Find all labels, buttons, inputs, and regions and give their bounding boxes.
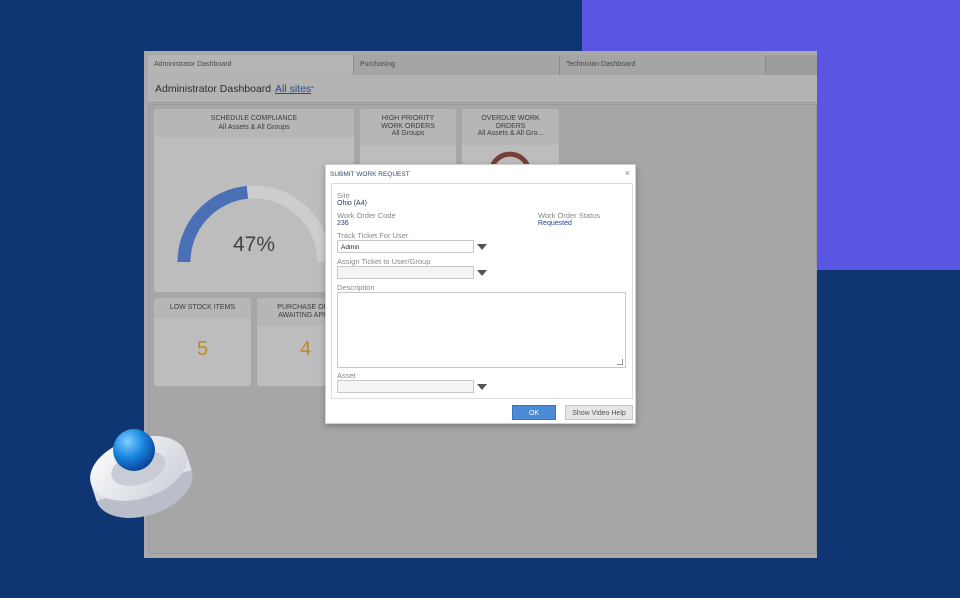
close-icon[interactable]: × (625, 168, 630, 178)
tab-administrator-dashboard[interactable]: Administrator Dashboard (148, 55, 354, 75)
tab-purchasing[interactable]: Purchasing (354, 55, 560, 75)
work-order-code-value: 236 (337, 220, 349, 227)
card-subtitle: All Assets & All Gro... (477, 129, 544, 137)
assign-ticket-label: Assign Ticket to User/Group (337, 257, 431, 266)
card-title: SCHEDULE COMPLIANCE (210, 115, 298, 122)
page-title: Administrator Dashboard (155, 83, 272, 95)
ok-button[interactable]: OK (512, 405, 556, 420)
card-title-line1: HIGH PRIORITY (381, 115, 435, 122)
tab-technician-dashboard[interactable]: Technician Dashboard (560, 55, 766, 75)
work-order-code-label: Work Order Code (337, 211, 396, 220)
site-value: Ohio (A4) (337, 200, 367, 207)
all-sites-link[interactable]: All sites (275, 83, 311, 95)
submit-work-request-dialog: SUBMIT WORK REQUEST × Site Ohio (A4) Wor… (325, 164, 636, 424)
overdue-work-orders-card[interactable]: OVERDUE WORK ORDERS All Assets & All Gro… (462, 109, 559, 169)
card-body: 5 (154, 318, 251, 386)
track-ticket-select[interactable]: Admin (337, 240, 474, 253)
gauge-area: 47% (154, 137, 354, 292)
high-priority-card[interactable]: HIGH PRIORITY WORK ORDERS All Groups (360, 109, 456, 169)
card-subtitle: All Groups (391, 129, 425, 137)
work-order-status-value: Requested (538, 220, 572, 227)
dashboard-header: Administrator Dashboard - All sites - (148, 75, 817, 103)
track-ticket-label: Track Ticket For User (337, 231, 409, 240)
description-label: Description (337, 283, 375, 292)
schedule-compliance-card[interactable]: SCHEDULE COMPLIANCE All Assets & All Gro… (154, 109, 354, 292)
chevron-down-icon[interactable] (477, 384, 487, 390)
assign-ticket-select[interactable] (337, 266, 474, 279)
work-order-status-label: Work Order Status (538, 211, 600, 220)
low-stock-items-card[interactable]: LOW STOCK ITEMS 5 (154, 298, 251, 386)
tab-bar: Administrator Dashboard Purchasing Techn… (148, 55, 817, 75)
card-title-line1: OVERDUE WORK (481, 115, 540, 122)
chevron-down-icon[interactable] (477, 244, 487, 250)
chevron-down-icon[interactable] (477, 270, 487, 276)
dialog-form: Site Ohio (A4) Work Order Code 236 Work … (331, 183, 633, 399)
card-subtitle: All Assets & All Groups (218, 123, 290, 131)
card-title: LOW STOCK ITEMS (169, 304, 236, 311)
compliance-gauge (177, 185, 331, 263)
gauge-percent-label: 47% (232, 233, 276, 256)
decorative-3d-button (90, 429, 193, 518)
card-title-line2: ORDERS (495, 122, 526, 130)
asset-select[interactable] (337, 380, 474, 393)
asset-label: Asset (337, 371, 356, 380)
description-textarea[interactable] (337, 292, 626, 368)
site-label: Site (337, 191, 350, 200)
show-video-help-button[interactable]: Show Video Help (565, 405, 633, 420)
separator: - (266, 82, 270, 93)
low-stock-count: 5 (196, 338, 209, 360)
card-title-line2: WORK ORDERS (381, 122, 435, 130)
dialog-title: SUBMIT WORK REQUEST (330, 171, 410, 178)
sites-dropdown-indicator[interactable]: - (311, 82, 314, 93)
resize-grip-icon[interactable] (617, 359, 623, 365)
